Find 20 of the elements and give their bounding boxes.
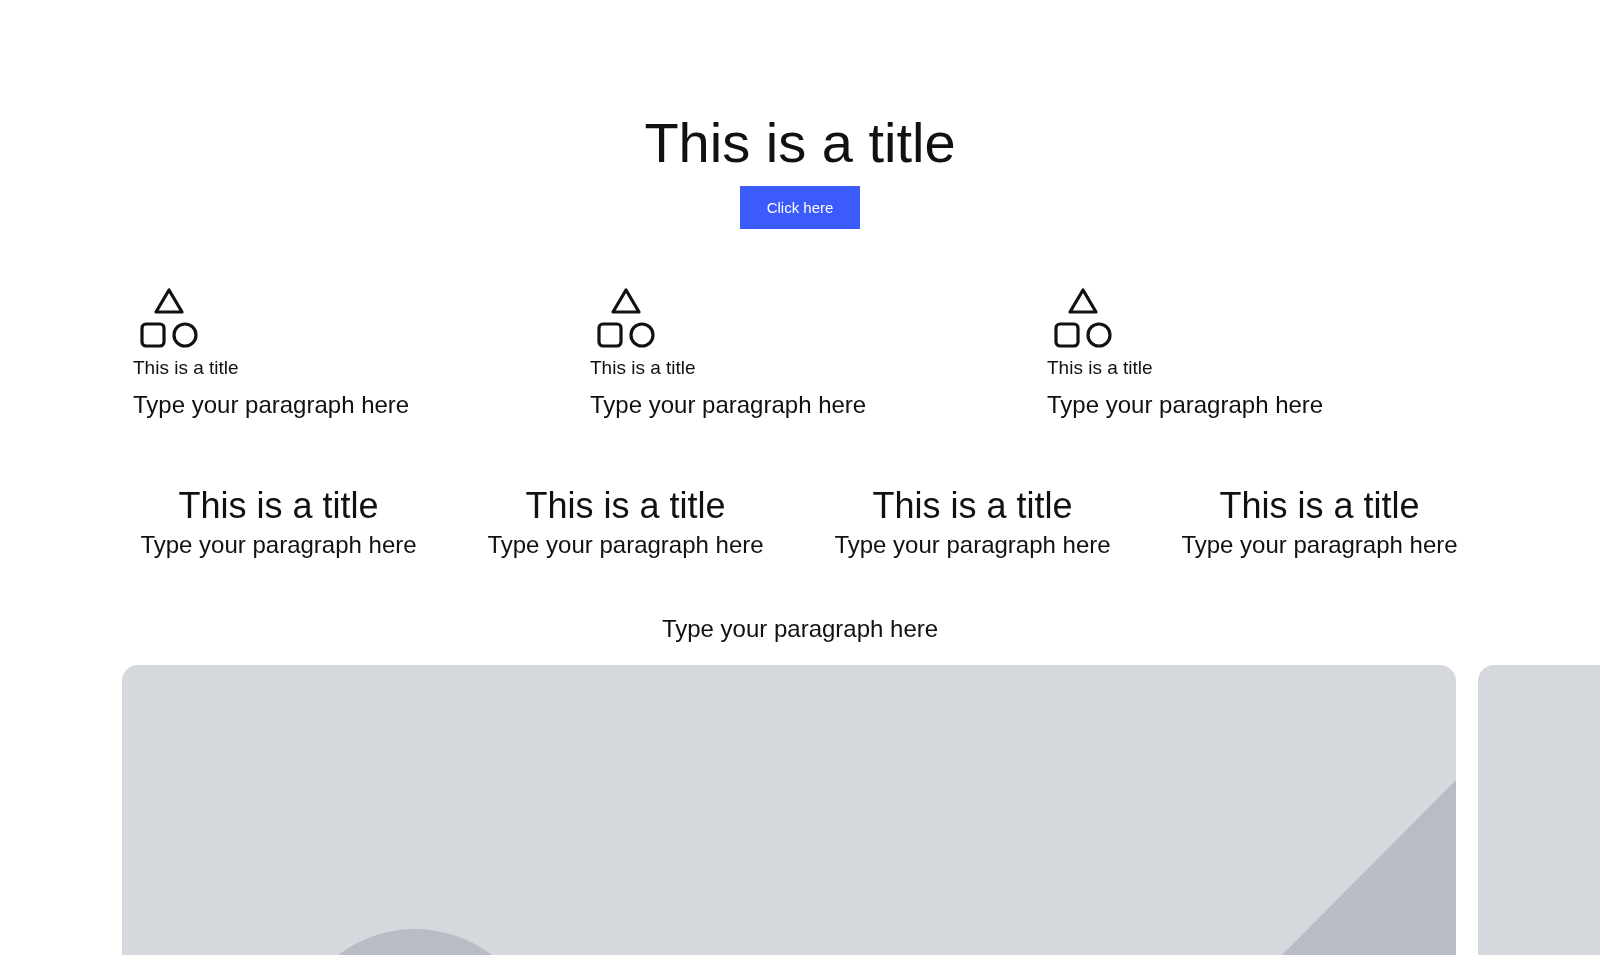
shapes-icon xyxy=(1053,287,1113,349)
feature-title: This is a title xyxy=(590,356,696,380)
feature-paragraph: Type your paragraph here xyxy=(590,390,867,420)
feature-paragraph: Type your paragraph here xyxy=(133,390,410,420)
column-title: This is a title xyxy=(872,485,1073,527)
column-title: This is a title xyxy=(1219,485,1420,527)
column-paragraph: Type your paragraph here xyxy=(140,530,417,560)
column-paragraph: Type your paragraph here xyxy=(1181,530,1458,560)
click-button[interactable]: Click here xyxy=(740,186,860,229)
feature-paragraph: Type your paragraph here xyxy=(1047,390,1324,420)
shapes-icon xyxy=(139,287,199,349)
caption-paragraph: Type your paragraph here xyxy=(661,614,939,644)
column-paragraph: Type your paragraph here xyxy=(487,530,764,560)
column-title: This is a title xyxy=(525,485,726,527)
hero-title: This is a title xyxy=(644,110,956,176)
feature-title: This is a title xyxy=(133,356,239,380)
feature-title: This is a title xyxy=(1047,356,1153,380)
shapes-icon xyxy=(596,287,656,349)
column-paragraph: Type your paragraph here xyxy=(834,530,1111,560)
column-title: This is a title xyxy=(178,485,379,527)
